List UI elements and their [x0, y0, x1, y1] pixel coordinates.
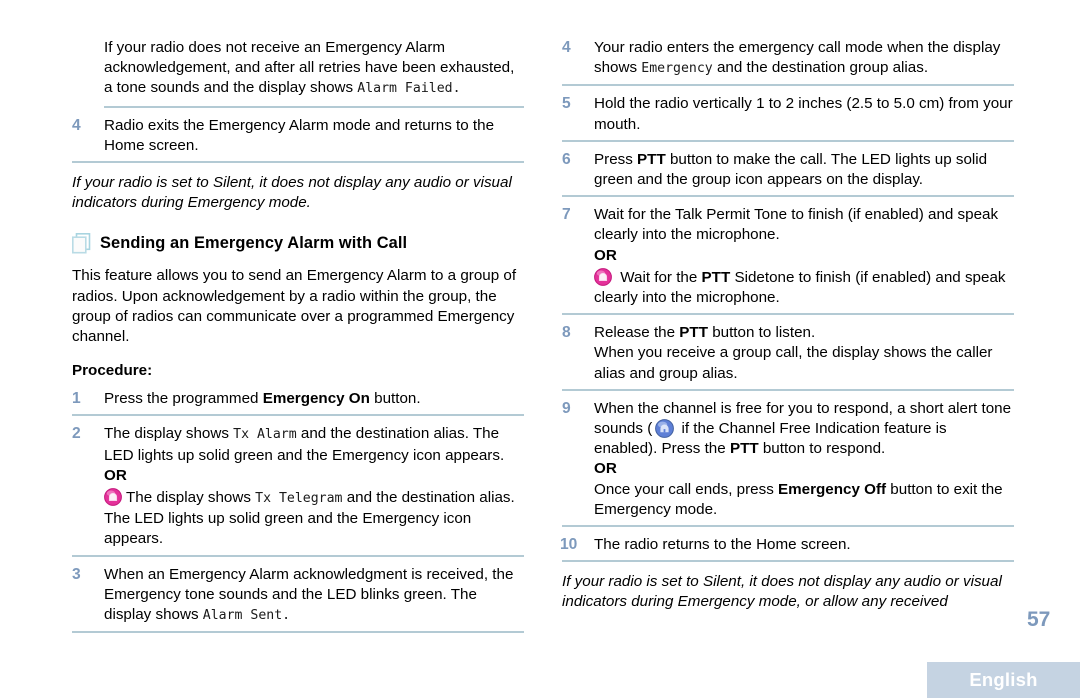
step-number: 4 — [72, 116, 81, 134]
step-text-alternate: Once your call ends, press Emergency Off… — [594, 480, 1003, 518]
or-label: OR — [594, 460, 617, 478]
or-label: OR — [104, 466, 127, 484]
step-body: The display shows Tx Alarm and the desti… — [104, 424, 524, 549]
channel-free-icon — [652, 419, 677, 438]
section-description: This feature allows you to send an Emerg… — [72, 267, 517, 346]
emergency-on-button-label: Emergency On — [262, 390, 370, 408]
ptt-label: PTT — [679, 324, 708, 342]
lcd-text: Tx Alarm — [233, 427, 297, 443]
step-right-9: 9 When the channel is free for you to re… — [562, 399, 1014, 528]
step-body: Wait for the Talk Permit Tone to finish … — [594, 205, 1014, 308]
language-footer-label: English — [969, 669, 1038, 690]
step-body: Your radio enters the emergency call mod… — [594, 38, 1014, 79]
step-text: Press PTT button to make the call. The L… — [594, 150, 988, 189]
divider — [104, 105, 524, 108]
step-number: 3 — [72, 565, 81, 583]
step-left-4: 4 Radio exits the Emergency Alarm mode a… — [72, 116, 524, 164]
step-right-8: 8 Release the PTT button to listen. When… — [562, 323, 1014, 391]
right-column: 4 Your radio enters the emergency call m… — [560, 38, 1014, 627]
step-text: When an Emergency Alarm acknowledgment i… — [104, 565, 514, 624]
step-text-secondary: When you receive a group call, the displ… — [594, 344, 993, 382]
ptt-label: PTT — [701, 268, 731, 286]
step-text-primary: Wait for the Talk Permit Tone to finish … — [594, 206, 999, 244]
step-text: Hold the radio vertically 1 to 2 inches … — [594, 95, 1013, 133]
step-number: 6 — [562, 150, 571, 168]
side-tab-container: Advanced Features — [1030, 30, 1074, 370]
step-left-2: 2 The display shows Tx Alarm and the des… — [72, 424, 524, 557]
silent-mode-note: If your radio is set to Silent, it does … — [72, 174, 512, 212]
side-tab-label: Advanced Features — [1038, 0, 1078, 52]
step-right-6: 6 Press PTT button to make the call. The… — [562, 150, 1014, 198]
step-text: Your radio enters the emergency call mod… — [594, 39, 1001, 77]
step-number: 4 — [562, 39, 571, 56]
step-text-primary: When the channel is free for you to resp… — [594, 399, 1012, 458]
step-right-5: 5 Hold the radio vertically 1 to 2 inche… — [562, 94, 1014, 142]
ptt-label: PTT — [637, 150, 666, 168]
step-text-alternate: Wait for the PTT Sidetone to finish (if … — [594, 267, 1006, 307]
lcd-text: Tx Telegram — [255, 491, 343, 507]
step-body: When the channel is free for you to resp… — [594, 399, 1014, 520]
lcd-text: Alarm Sent. — [202, 608, 291, 624]
ptt-sidetone-icon — [104, 488, 126, 506]
step-text: Radio exits the Emergency Alarm mode and… — [104, 116, 495, 154]
step-text: Press the programmed Emergency On button… — [104, 390, 421, 408]
step-text-primary: Release the PTT button to listen. — [594, 324, 816, 342]
step-number: 2 — [72, 425, 81, 443]
ptt-label: PTT — [729, 440, 759, 458]
step-number: 8 — [562, 324, 571, 342]
intro-paragraph-lcd-text: Alarm Failed. — [357, 81, 461, 97]
step-left-3: 3 When an Emergency Alarm acknowledgment… — [72, 565, 524, 634]
lcd-text: Emergency — [641, 61, 713, 77]
step-text: The radio returns to the Home screen. — [594, 536, 851, 554]
step-body: Release the PTT button to listen. When y… — [594, 323, 1014, 384]
step-body: Hold the radio vertically 1 to 2 inches … — [594, 94, 1014, 134]
step-body: When an Emergency Alarm acknowledgment i… — [104, 565, 524, 627]
step-right-10: 10 The radio returns to the Home screen. — [560, 535, 1014, 563]
step-right-4: 4 Your radio enters the emergency call m… — [562, 38, 1014, 87]
step-body: Radio exits the Emergency Alarm mode and… — [104, 116, 524, 156]
left-column: If your radio does not receive an Emerge… — [72, 38, 524, 634]
pages-icon — [72, 233, 91, 254]
step-left-1: 1 Press the programmed Emergency On butt… — [72, 389, 524, 417]
ptt-sidetone-icon — [594, 267, 616, 286]
silent-mode-note: If your radio is set to Silent, it does … — [562, 573, 1002, 611]
step-body: Press the programmed Emergency On button… — [104, 389, 524, 409]
step-text-alternate: The display shows Tx Telegram and the de… — [104, 488, 515, 548]
procedure-label: Procedure: — [72, 362, 153, 380]
intro-paragraph: If your radio does not receive an Emerge… — [72, 38, 524, 100]
step-number: 10 — [560, 536, 578, 554]
manual-page: If your radio does not receive an Emerge… — [0, 0, 1080, 698]
page-number: 57 — [1027, 608, 1051, 631]
or-label: OR — [594, 246, 617, 264]
language-footer-bar: English — [927, 662, 1080, 698]
emergency-off-button-label: Emergency Off — [778, 480, 887, 498]
step-number: 5 — [562, 95, 571, 113]
section-heading: Sending an Emergency Alarm with Call — [72, 233, 524, 254]
step-number: 9 — [562, 399, 571, 417]
step-text-primary: The display shows Tx Alarm and the desti… — [104, 425, 505, 464]
step-right-7: 7 Wait for the Talk Permit Tone to finis… — [562, 205, 1014, 316]
step-body: Press PTT button to make the call. The L… — [594, 150, 1014, 190]
step-number: 7 — [562, 206, 571, 224]
step-number: 1 — [72, 390, 81, 408]
step-body: The radio returns to the Home screen. — [594, 535, 1014, 555]
section-title: Sending an Emergency Alarm with Call — [100, 234, 408, 253]
